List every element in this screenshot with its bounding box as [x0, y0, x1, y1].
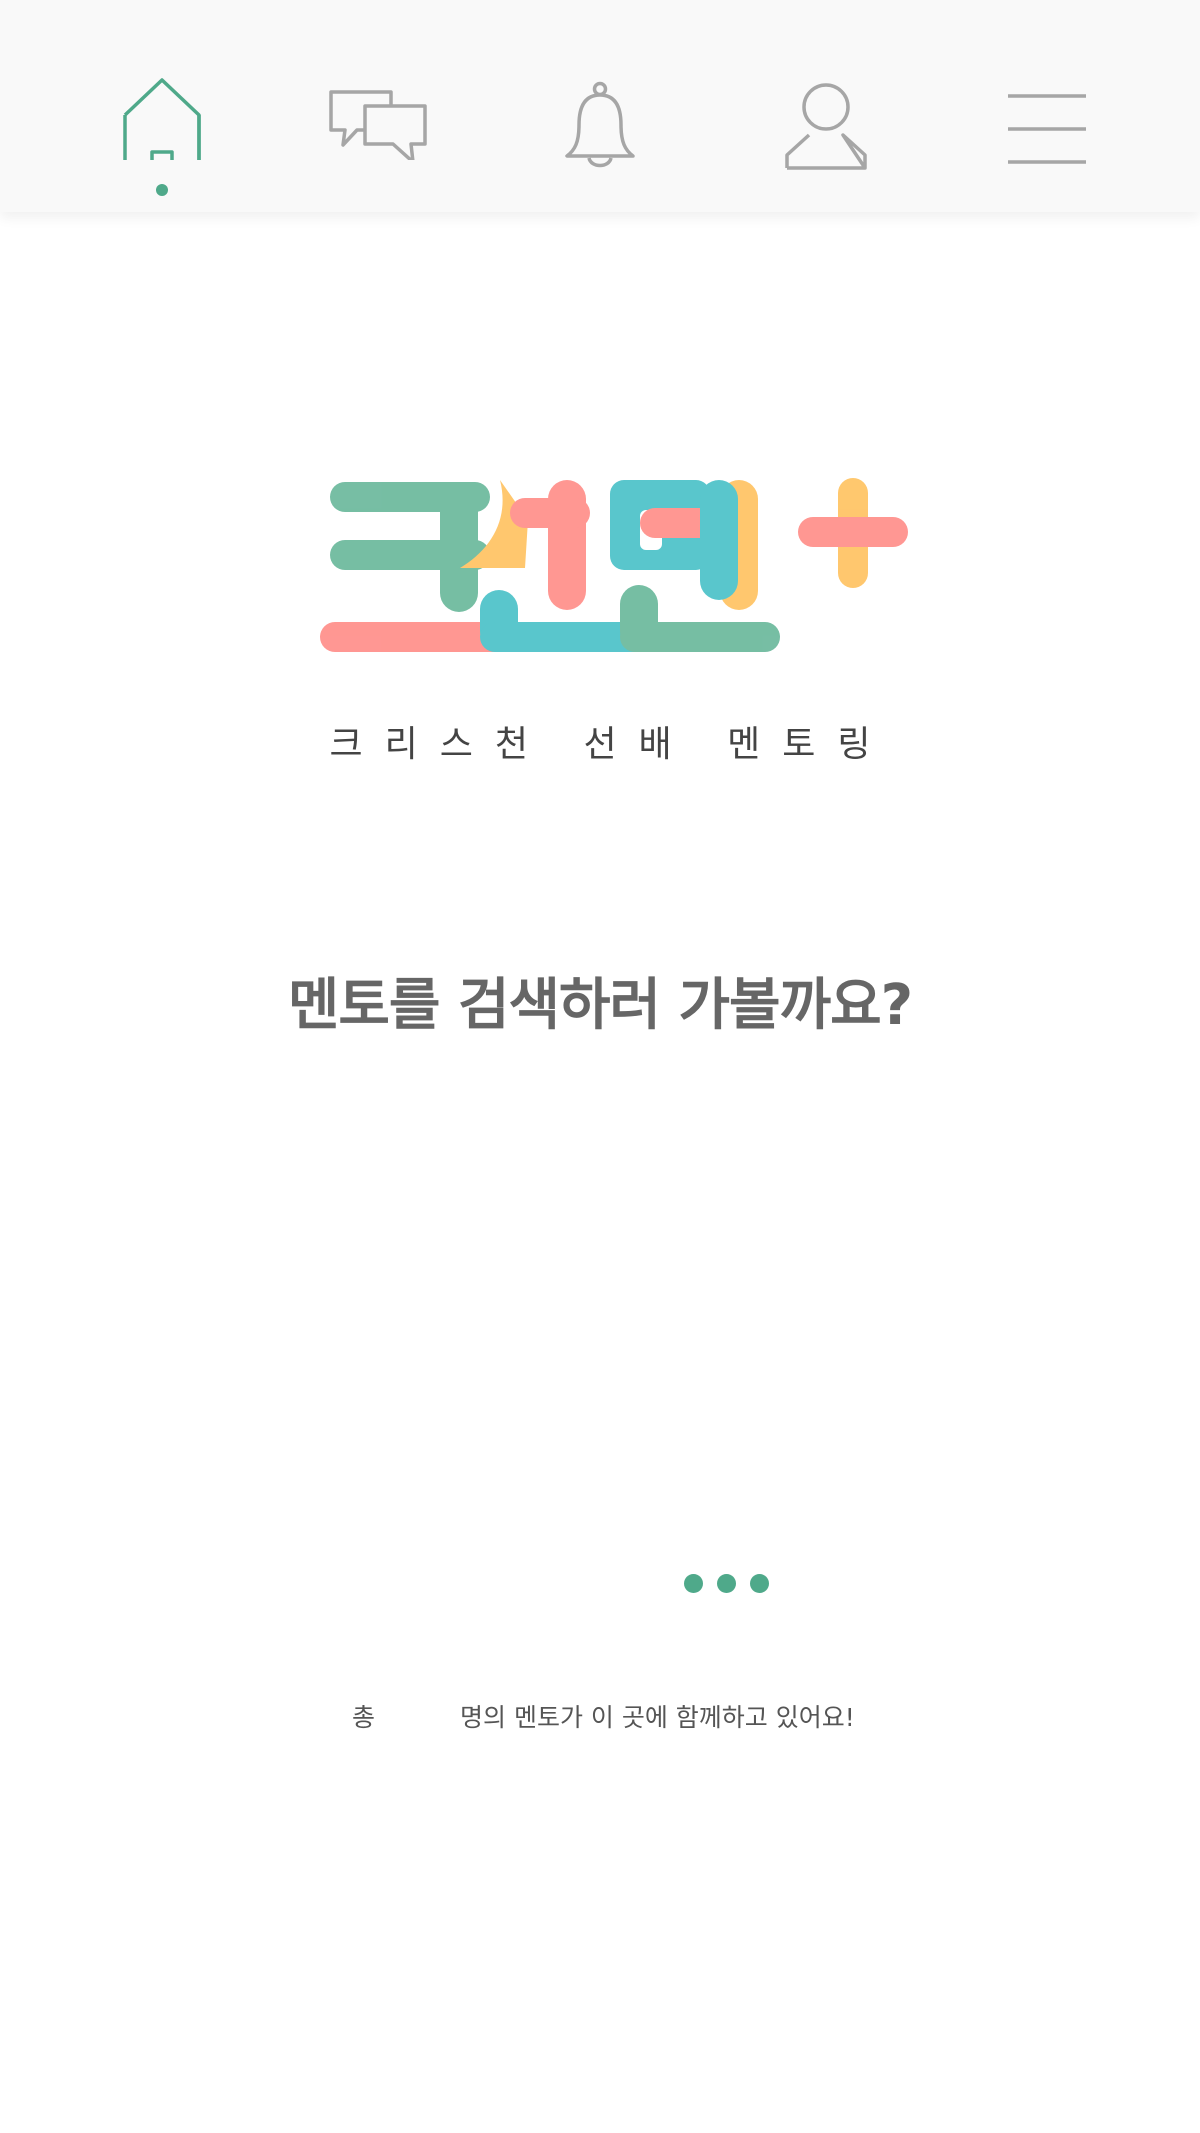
active-indicator-dot [156, 184, 168, 196]
search-mentor-link[interactable]: 멘토를 검색하러 가볼까요? [0, 960, 1200, 1041]
nav-profile[interactable] [766, 70, 886, 200]
chat-icon [318, 70, 438, 160]
app-root: 크리스천 선배 멘토링 멘토를 검색하러 가볼까요? 총 명의 멘토가 이 곳에… [0, 0, 1200, 2133]
tagline: 크리스천 선배 멘토링 [329, 724, 893, 765]
mentor-count-prefix: 총 [352, 1703, 376, 1732]
loading-dot [717, 1574, 736, 1593]
loading-dot [750, 1574, 769, 1593]
nav-home[interactable] [102, 70, 222, 200]
loading-dot [684, 1574, 703, 1593]
nav-menu[interactable] [976, 70, 1096, 200]
loading-indicator [684, 1574, 769, 1594]
nav-notifications[interactable] [540, 70, 660, 200]
mentor-count-suffix: 명의 멘토가 이 곳에 함께하고 있어요! [460, 1703, 855, 1732]
home-icon [102, 70, 222, 160]
nav-chat[interactable] [318, 70, 438, 200]
top-navigation-bar [0, 0, 1200, 212]
bell-icon [540, 70, 660, 170]
app-logo [310, 460, 1010, 660]
user-icon [766, 70, 886, 170]
menu-icon [976, 70, 1096, 170]
logo-graphic [320, 478, 908, 652]
